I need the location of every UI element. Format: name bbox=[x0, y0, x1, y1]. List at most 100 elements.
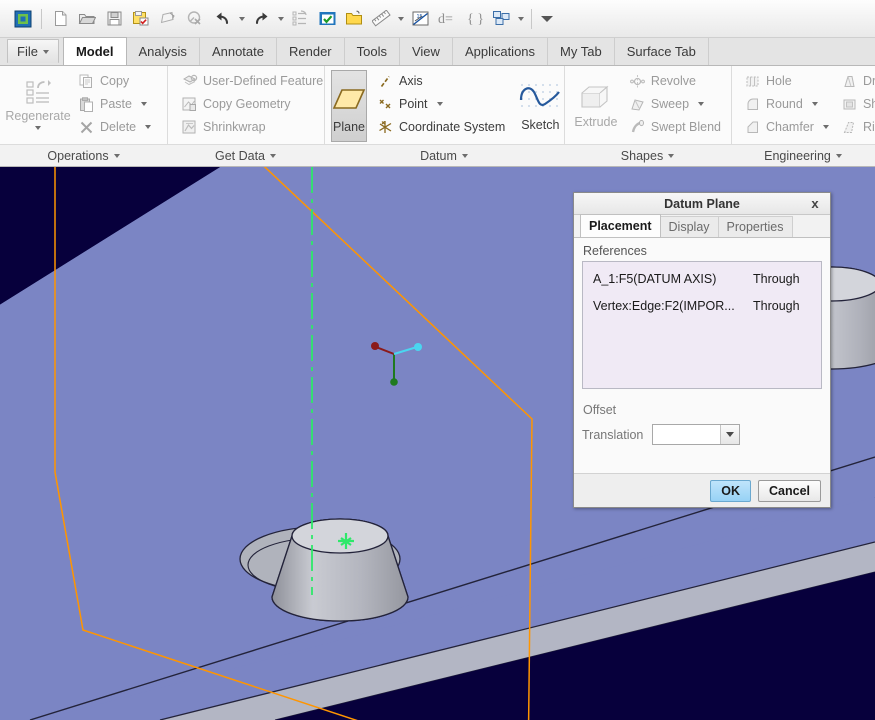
round-label: Round bbox=[766, 97, 803, 111]
engineering-commands-1: Hole Round Chamfer bbox=[740, 70, 833, 138]
datum-commands: Axis Point Coordinate System bbox=[373, 70, 509, 138]
tab-placement[interactable]: Placement bbox=[580, 214, 661, 237]
copy-button[interactable]: Copy bbox=[74, 70, 155, 92]
sketch-icon bbox=[520, 84, 561, 107]
translation-value[interactable] bbox=[653, 425, 721, 444]
translation-dropdown-button[interactable] bbox=[720, 425, 740, 444]
reference-row[interactable]: Vertex:Edge:F2(IMPOR... Through bbox=[583, 292, 821, 319]
rename-icon[interactable] bbox=[155, 6, 181, 32]
close-window-icon[interactable] bbox=[182, 6, 208, 32]
reference-constraint[interactable]: Through bbox=[753, 272, 815, 286]
window-manage-icon[interactable] bbox=[488, 6, 514, 32]
svg-text:d=: d= bbox=[438, 12, 453, 27]
cancel-button[interactable]: Cancel bbox=[758, 479, 821, 502]
user-defined-feature-button[interactable]: User-Defined Feature bbox=[177, 70, 327, 92]
tab-model[interactable]: Model bbox=[62, 37, 127, 65]
ribbon-group-shapes-label[interactable]: Shapes bbox=[564, 144, 731, 166]
tab-analysis[interactable]: Analysis bbox=[125, 38, 200, 65]
chevron-down-icon bbox=[822, 125, 829, 129]
dialog-title: Datum Plane bbox=[664, 196, 740, 211]
datum-axis-button[interactable]: Axis bbox=[373, 70, 509, 92]
chevron-down-icon bbox=[270, 153, 277, 158]
measure-icon[interactable] bbox=[368, 6, 394, 32]
round-button[interactable]: Round bbox=[740, 93, 833, 115]
tab-render-label: Render bbox=[288, 44, 332, 59]
csys-x-handle bbox=[371, 342, 379, 350]
shapes-commands: Revolve Sweep Swept Blend bbox=[625, 70, 725, 138]
ribbon-group-engineering-label[interactable]: Engineering bbox=[731, 144, 875, 166]
shell-button[interactable]: Shell bbox=[837, 93, 875, 115]
revolve-button[interactable]: Revolve bbox=[625, 70, 725, 92]
reference-row[interactable]: A_1:F5(DATUM AXIS) Through bbox=[583, 265, 821, 292]
shrinkwrap-icon bbox=[181, 119, 198, 136]
chevron-down-icon bbox=[726, 432, 735, 437]
engineering-commands-2: Draft Shell Rib bbox=[837, 70, 875, 138]
datum-point-button[interactable]: Point bbox=[373, 93, 509, 115]
draft-button[interactable]: Draft bbox=[837, 70, 875, 92]
app-logo-icon[interactable] bbox=[10, 6, 36, 32]
ribbon-group-get-data-label[interactable]: Get Data bbox=[167, 144, 324, 166]
dialog-title-bar[interactable]: Datum Plane x bbox=[574, 193, 830, 215]
ribbon-group-operations-label[interactable]: Operations bbox=[0, 144, 167, 166]
chevron-down-icon bbox=[698, 102, 705, 106]
copy-label: Copy bbox=[100, 74, 130, 88]
ribbon-group-datum: Plane Axis Point Coordinate System Sketc… bbox=[324, 66, 564, 166]
customize-qat-icon[interactable] bbox=[537, 8, 557, 30]
swept-blend-button[interactable]: Swept Blend bbox=[625, 116, 725, 138]
datum-plane-button[interactable]: Plane bbox=[331, 70, 367, 142]
paste-button[interactable]: Paste bbox=[74, 93, 155, 115]
ok-button[interactable]: OK bbox=[710, 479, 751, 502]
tab-tools[interactable]: Tools bbox=[343, 38, 400, 65]
sketch-button[interactable]: Sketch bbox=[517, 70, 563, 142]
tab-view[interactable]: View bbox=[398, 38, 453, 65]
window-dropdown-icon[interactable] bbox=[515, 8, 526, 30]
ribbon-group-datum-label[interactable]: Datum bbox=[324, 144, 564, 166]
delete-button[interactable]: Delete bbox=[74, 116, 155, 138]
dimension-icon[interactable]: d= bbox=[434, 6, 460, 32]
tab-file[interactable]: File bbox=[7, 39, 59, 63]
translation-combobox[interactable] bbox=[652, 424, 741, 445]
shrinkwrap-button[interactable]: Shrinkwrap bbox=[177, 116, 327, 138]
hole-button[interactable]: Hole bbox=[740, 70, 833, 92]
open-file-icon[interactable] bbox=[74, 6, 100, 32]
folder-browser-icon[interactable] bbox=[341, 6, 367, 32]
annotation-display-icon[interactable]: 15 bbox=[407, 6, 433, 32]
tab-render[interactable]: Render bbox=[275, 38, 345, 65]
chamfer-button[interactable]: Chamfer bbox=[740, 116, 833, 138]
translation-label: Translation bbox=[582, 427, 644, 442]
regenerate-model-icon[interactable] bbox=[287, 6, 313, 32]
undo-icon[interactable] bbox=[209, 6, 235, 32]
tab-surface-tab[interactable]: Surface Tab bbox=[613, 38, 709, 65]
redo-dropdown-icon[interactable] bbox=[275, 8, 286, 30]
dialog-tab-strip: Placement Display Properties bbox=[574, 214, 830, 238]
copy-geometry-button[interactable]: Copy Geometry bbox=[177, 93, 327, 115]
quick-access-toolbar: 15 d= { } bbox=[0, 0, 875, 38]
coordinate-system-button[interactable]: Coordinate System bbox=[373, 116, 509, 138]
save-icon[interactable] bbox=[101, 6, 127, 32]
tab-display[interactable]: Display bbox=[659, 216, 719, 237]
save-a-copy-icon[interactable] bbox=[128, 6, 154, 32]
reference-constraint[interactable]: Through bbox=[753, 299, 815, 313]
sweep-button[interactable]: Sweep bbox=[625, 93, 725, 115]
get-data-group-title: Get Data bbox=[214, 148, 266, 163]
parameters-icon[interactable]: { } bbox=[461, 6, 487, 32]
ribbon: Regenerate Copy Paste Delete Operations … bbox=[0, 66, 875, 167]
tab-analysis-label: Analysis bbox=[138, 44, 187, 59]
extrude-button[interactable]: Extrude bbox=[573, 70, 619, 142]
tab-my-tab[interactable]: My Tab bbox=[547, 38, 615, 65]
references-list[interactable]: A_1:F5(DATUM AXIS) Through Vertex:Edge:F… bbox=[582, 261, 822, 389]
regenerate-button[interactable]: Regenerate bbox=[5, 70, 71, 142]
measure-dropdown-icon[interactable] bbox=[395, 8, 406, 30]
selection-filter-icon[interactable] bbox=[314, 6, 340, 32]
undo-dropdown-icon[interactable] bbox=[236, 8, 247, 30]
redo-icon[interactable] bbox=[248, 6, 274, 32]
tab-properties-label: Properties bbox=[726, 220, 784, 234]
rib-button[interactable]: Rib bbox=[837, 116, 875, 138]
new-file-icon[interactable] bbox=[47, 6, 73, 32]
draft-icon bbox=[841, 73, 858, 90]
close-icon[interactable]: x bbox=[807, 195, 823, 213]
tab-display-label: Display bbox=[668, 220, 710, 234]
tab-properties[interactable]: Properties bbox=[717, 216, 793, 237]
tab-annotate[interactable]: Annotate bbox=[198, 38, 277, 65]
tab-applications[interactable]: Applications bbox=[451, 38, 549, 65]
